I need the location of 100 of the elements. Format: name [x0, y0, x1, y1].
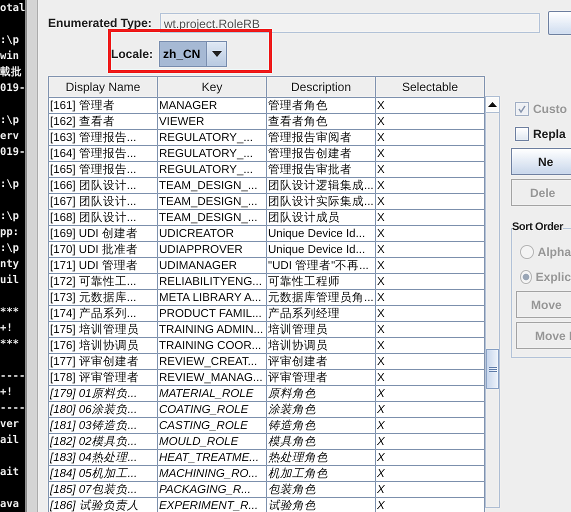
- table-cell: 管理报告审阅者: [266, 130, 376, 146]
- table-cell: 培训管理员: [266, 322, 376, 338]
- terminal-line: 019-: [0, 145, 25, 160]
- table-cell: 原料角色: [266, 386, 376, 402]
- table-cell: 试验角色: [266, 498, 376, 512]
- column-header[interactable]: Display Name: [48, 76, 158, 98]
- table-cell: MACHINING_RO...: [158, 466, 266, 482]
- table-cell: 管理者角色: [266, 98, 376, 114]
- terminal-line: ----: [0, 401, 25, 416]
- table-cell: RELIABILITYENG...: [158, 274, 266, 290]
- cut-off-button[interactable]: [548, 11, 571, 35]
- checkbox-label: Repla: [533, 126, 566, 140]
- table-cell: PACKAGING_R...: [158, 482, 266, 498]
- table-cell: 热处理角色: [266, 450, 376, 466]
- radio-label: Explic: [536, 270, 571, 284]
- terminal-line: 019-: [0, 81, 25, 96]
- table-cell: [175] 培训管理员: [48, 322, 158, 338]
- terminal-line: 載批: [0, 65, 23, 80]
- locale-dropdown[interactable]: zh_CN: [159, 41, 228, 67]
- terminal-line: otal: [0, 1, 25, 16]
- terminal-line: uil: [0, 273, 20, 288]
- table-cell: [174] 产品系列...: [48, 306, 158, 322]
- table-cell: X: [376, 162, 484, 178]
- table-cell: X: [376, 434, 484, 450]
- terminal-line: ava: [0, 497, 20, 512]
- table-cell: [163] 管理报告...: [48, 130, 158, 146]
- column-header[interactable]: Key: [158, 76, 266, 98]
- table-cell: [170] UDI 批准者: [48, 242, 158, 258]
- table-cell: 查看者角色: [266, 114, 376, 130]
- table-cell: X: [376, 290, 484, 306]
- terminal-line: :\p: [0, 33, 20, 48]
- table-cell: [186] 试验负责人: [48, 498, 158, 512]
- terminal-line: ***: [0, 305, 20, 320]
- table-cell: X: [376, 370, 484, 386]
- table-cell: TRAINING COOR...: [158, 338, 266, 354]
- table-cell: [168] 团队设计...: [48, 210, 158, 226]
- terminal-line: ail: [0, 433, 20, 448]
- checkbox-label: Custo: [533, 102, 567, 116]
- table-cell: [180] 06涂装负...: [48, 402, 158, 418]
- terminal-line: :\p: [0, 209, 20, 224]
- table-cell: VIEWER: [158, 114, 266, 130]
- terminal-line: win: [0, 49, 20, 64]
- table-cell: 产品系列经理: [266, 306, 376, 322]
- enumerated-type-field[interactable]: wt.project.RoleRB: [160, 13, 540, 33]
- scrollbar[interactable]: [485, 96, 500, 508]
- table-cell: MATERIAL_ROLE: [158, 386, 266, 402]
- table-cell: UDIMANAGER: [158, 258, 266, 274]
- locale-label: Locale:: [111, 47, 154, 61]
- table-cell: UDICREATOR: [158, 226, 266, 242]
- table-cell: [164] 管理报告...: [48, 146, 158, 162]
- table-cell: X: [376, 98, 484, 114]
- table-cell: [166] 团队设计...: [48, 178, 158, 194]
- enumerated-type-label: Enumerated Type:: [48, 16, 152, 30]
- table-cell: REGULATORY_...: [158, 146, 266, 162]
- table-cell: 机加工角色: [266, 466, 376, 482]
- scrollbar-thumb[interactable]: [486, 349, 499, 389]
- table-cell: [162] 查看者: [48, 114, 158, 130]
- table-cell: EXPERIMENT_R...: [158, 498, 266, 512]
- table-cell: [172] 可靠性工...: [48, 274, 158, 290]
- terminal-line: ***: [0, 337, 20, 352]
- table-cell: META LIBRARY A...: [158, 290, 266, 306]
- table-cell: REGULATORY_...: [158, 162, 266, 178]
- table-cell: X: [376, 386, 484, 402]
- table-cell: MANAGER: [158, 98, 266, 114]
- table-cell: 可靠性工程师: [266, 274, 376, 290]
- table-cell: [179] 01原料负...: [48, 386, 158, 402]
- checkbox[interactable]: [515, 126, 529, 140]
- table-cell: 元数据库管理员角...: [266, 290, 376, 306]
- table-cell: [171] UDI 管理者: [48, 258, 158, 274]
- button[interactable]: Ne: [511, 148, 571, 175]
- table-cell: X: [376, 146, 484, 162]
- terminal-line: +!: [0, 321, 14, 336]
- terminal-line: :\p: [0, 113, 20, 128]
- table-cell: X: [376, 194, 484, 210]
- column-header[interactable]: Selectable: [376, 76, 484, 98]
- table-cell: PRODUCT FAMIL...: [158, 306, 266, 322]
- terminal-line: :\p: [0, 177, 20, 192]
- table-cell: X: [376, 466, 484, 482]
- terminal-line: ait: [0, 465, 20, 480]
- table-cell: 培训协调员: [266, 338, 376, 354]
- table-cell: 涂装角色: [266, 402, 376, 418]
- terminal-line: ----: [0, 369, 25, 384]
- table-cell: X: [376, 274, 484, 290]
- table-cell: COATING_ROLE: [158, 402, 266, 418]
- dropdown-arrow-icon: [212, 51, 222, 57]
- table-cell: X: [376, 114, 484, 130]
- table-cell: X: [376, 450, 484, 466]
- table-cell: TEAM_DESIGN_...: [158, 178, 266, 194]
- table-cell: CASTING_ROLE: [158, 418, 266, 434]
- column-header[interactable]: Description: [266, 76, 376, 98]
- table-cell: [183] 04热处理...: [48, 450, 158, 466]
- table-cell: X: [376, 322, 484, 338]
- table-cell: [165] 管理报告...: [48, 162, 158, 178]
- terminal-line: nty: [0, 257, 20, 272]
- table-cell: X: [376, 258, 484, 274]
- table-cell: 包装角色: [266, 482, 376, 498]
- terminal-line: pp:: [0, 225, 20, 240]
- table-cell: TEAM_DESIGN_...: [158, 210, 266, 226]
- table-cell: 评审管理者: [266, 370, 376, 386]
- table-cell: X: [376, 338, 484, 354]
